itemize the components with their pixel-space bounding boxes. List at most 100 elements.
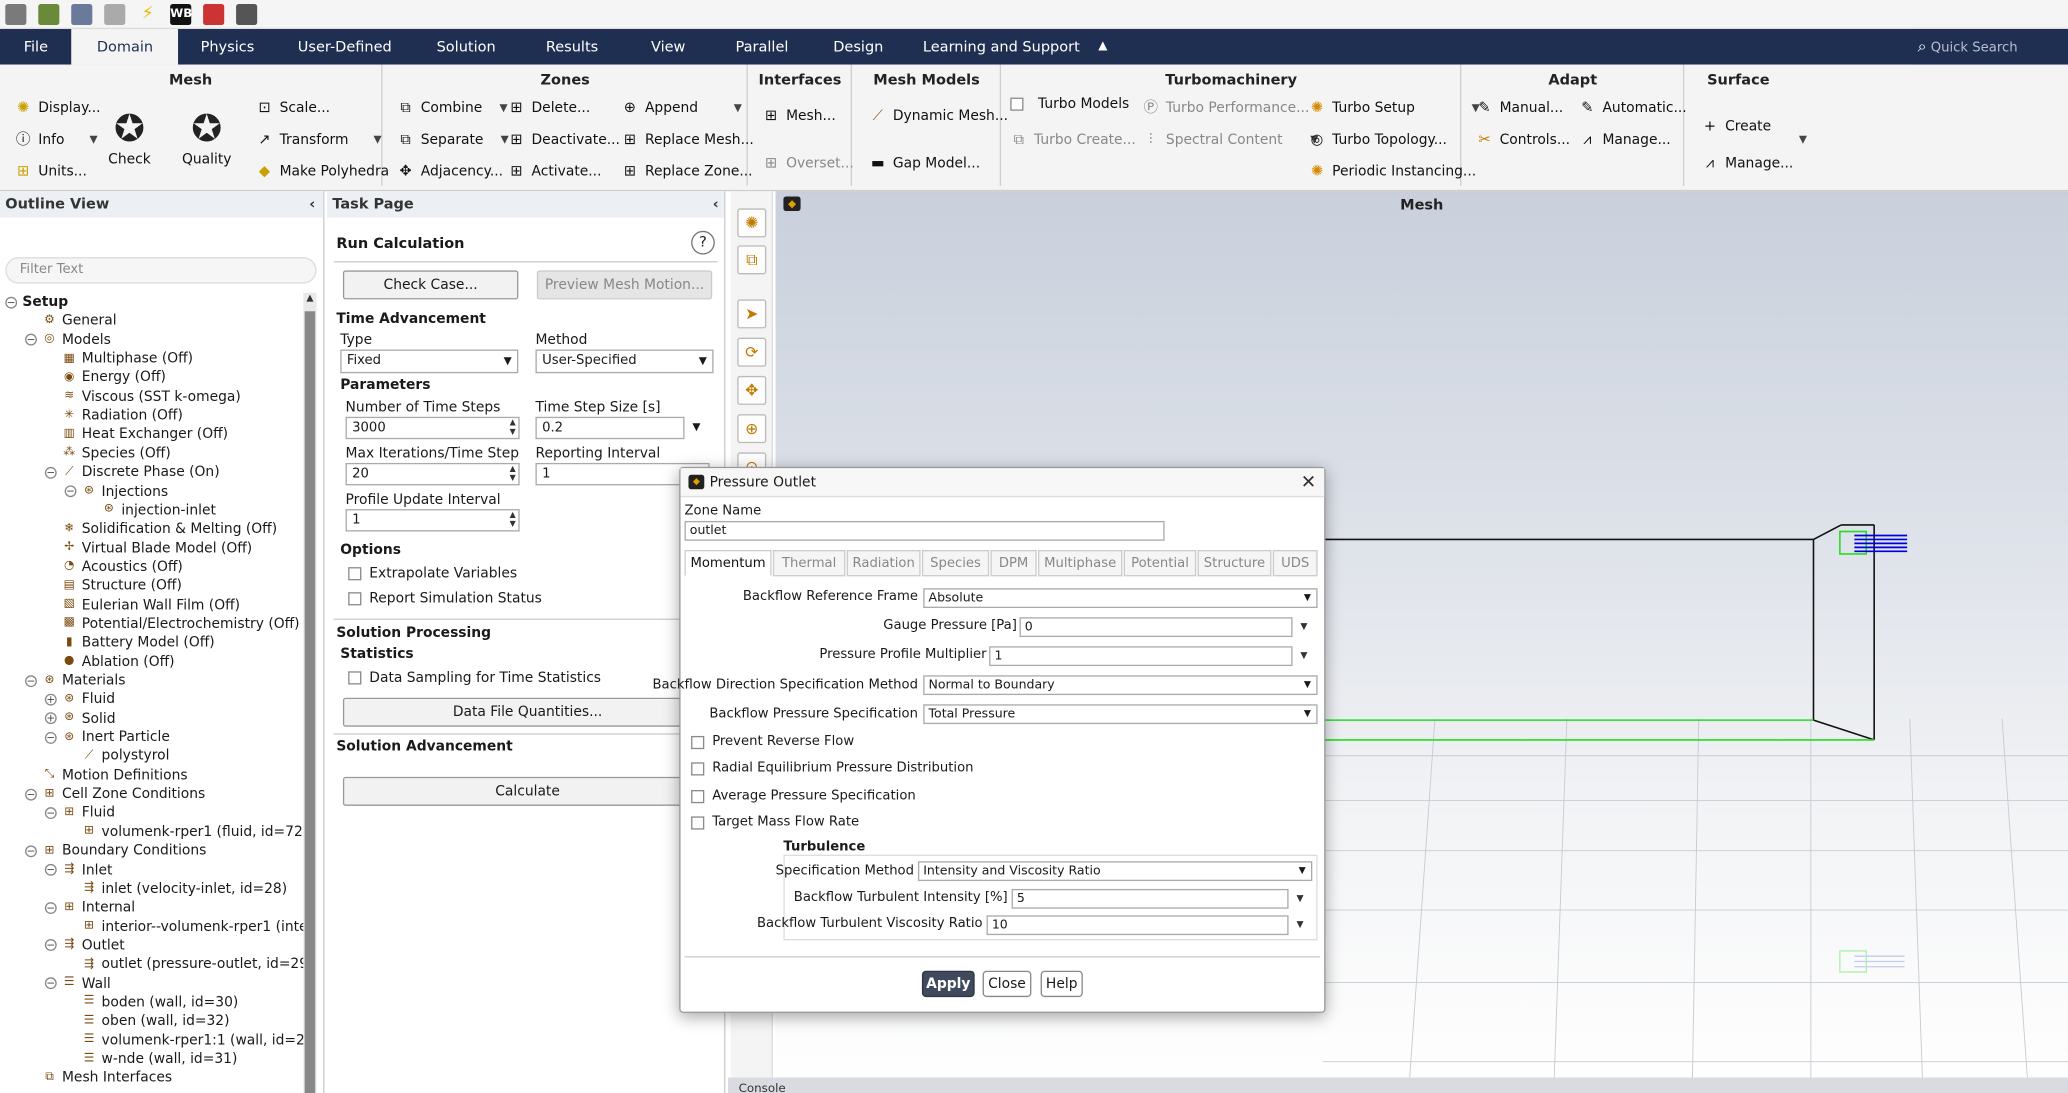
tree-item[interactable]: ☰ oben (wall, id=32) xyxy=(65,1012,230,1030)
chevron-down-icon[interactable]: ▼ xyxy=(1296,893,1303,904)
prevent-reverse-flow-checkbox[interactable] xyxy=(691,735,705,749)
tree-item[interactable]: ▤ Structure (Off) xyxy=(45,577,182,595)
specification-method-select[interactable]: Intensity and Viscosity Ratio ▼ xyxy=(917,861,1313,882)
collapse-icon[interactable]: − xyxy=(44,466,57,479)
info-button[interactable]: ⓘ Info ▼ xyxy=(15,131,98,148)
dialog-title-bar[interactable]: ◆ Pressure Outlet ✕ xyxy=(680,468,1325,498)
backflow-turbulent-viscosity-ratio-input[interactable]: 10 xyxy=(986,915,1289,936)
tree-item[interactable]: − ⊛ Injections xyxy=(64,482,168,500)
tree-item[interactable]: ⧉ Mesh Interfaces xyxy=(25,1069,172,1087)
average-pressure-option[interactable]: Average Pressure Specification xyxy=(691,789,916,803)
check-case-button[interactable]: Check Case... xyxy=(342,270,519,300)
collapse-icon[interactable]: − xyxy=(25,844,37,857)
quick-search[interactable]: ⌕ Quick Search (Ctrl+F) xyxy=(1912,29,2068,91)
tree-item[interactable]: − Setup xyxy=(5,293,68,311)
chevron-down-icon[interactable]: ▼ xyxy=(90,133,98,145)
replace-zone-button[interactable]: ⊞ Replace Zone... xyxy=(621,162,753,179)
tree-item[interactable]: ◔ Acoustics (Off) xyxy=(45,558,183,576)
radial-equilibrium-option[interactable]: Radial Equilibrium Pressure Distribution xyxy=(691,761,974,776)
tab-dpm[interactable]: DPM xyxy=(990,549,1037,577)
tree-item[interactable]: ▩ Potential/Electrochemistry (Off) xyxy=(45,615,300,633)
radial-equilibrium-checkbox[interactable] xyxy=(691,761,705,775)
help-icon[interactable]: ? xyxy=(691,230,715,255)
adapt-automatic-button[interactable]: ✎ Automatic... xyxy=(1579,99,1686,116)
spinner-icon[interactable]: ▲ ▼ xyxy=(510,418,516,436)
expand-icon[interactable]: + xyxy=(44,712,57,725)
collapse-icon[interactable]: − xyxy=(5,296,18,308)
delete-button[interactable]: ⊞ Delete... xyxy=(508,99,590,116)
tree-item[interactable]: − ⊛ Inert Particle xyxy=(44,728,170,746)
tab-learning-support[interactable]: Learning and Support xyxy=(904,29,1093,65)
tree-item[interactable]: ✢ Virtual Blade Model (Off) xyxy=(45,539,252,557)
tree-item[interactable]: ▦ Multiphase (Off) xyxy=(45,350,193,368)
tree-item[interactable]: ⤡ Motion Definitions xyxy=(25,766,188,784)
tree-item[interactable]: ❄ Solidification & Melting (Off) xyxy=(45,520,277,538)
zoom-in-out-icon[interactable]: ⊕ xyxy=(737,414,767,444)
tab-design[interactable]: Design xyxy=(812,29,904,65)
outline-scrollbar[interactable]: ▲ xyxy=(303,292,317,1093)
chevron-down-icon[interactable]: ▼ xyxy=(1296,919,1303,930)
units-button[interactable]: ⊞ Units... xyxy=(15,162,87,179)
combine-button[interactable]: ⧉ Combine ▼ xyxy=(397,99,507,116)
chevron-down-icon[interactable]: ▼ xyxy=(1300,621,1307,632)
backflow-pressure-specification-select[interactable]: Total Pressure ▼ xyxy=(923,704,1318,725)
lightning-icon[interactable]: ⚡ xyxy=(137,3,158,24)
fit-view-icon[interactable]: ✺ xyxy=(737,208,767,238)
tree-item[interactable]: ▮ Battery Model (Off) xyxy=(45,633,215,651)
tab-radiation[interactable]: Radiation xyxy=(846,549,921,577)
tree-item[interactable]: − ⊞ Boundary Conditions xyxy=(25,842,206,860)
collapse-ribbon-icon[interactable]: ▲ xyxy=(1093,29,1113,65)
case-icon[interactable] xyxy=(71,3,93,25)
chevron-down-icon[interactable]: ▼ xyxy=(1799,133,1807,145)
apply-button[interactable]: Apply xyxy=(921,970,975,998)
hpc-icon[interactable] xyxy=(203,3,225,25)
tree-item[interactable]: − ⊞ Internal xyxy=(44,898,135,916)
reload-icon[interactable] xyxy=(104,3,126,25)
append-button[interactable]: ⊕ Append ▼ xyxy=(621,99,742,116)
tree-item[interactable]: − ☰ Wall xyxy=(44,974,111,992)
scrollbar-thumb[interactable] xyxy=(304,311,316,1093)
tree-item[interactable]: ☰ boden (wall, id=30) xyxy=(65,993,239,1011)
data-file-quantities-button[interactable]: Data File Quantities... xyxy=(342,697,713,727)
number-of-time-steps-input[interactable]: 3000 ▲ ▼ xyxy=(345,416,520,440)
preview-mesh-motion-button[interactable]: Preview Mesh Motion... xyxy=(536,270,713,300)
tab-momentum[interactable]: Momentum xyxy=(684,549,772,577)
chevron-down-icon[interactable]: ▼ xyxy=(734,102,742,114)
tree-item[interactable]: ◉ Energy (Off) xyxy=(45,368,166,386)
tree-item[interactable]: − ⟋ Discrete Phase (On) xyxy=(44,463,220,481)
adapt-controls-button[interactable]: ✂ Controls... xyxy=(1476,131,1570,148)
data-sampling-option[interactable]: Data Sampling for Time Statistics xyxy=(348,670,601,686)
tree-item[interactable]: ≋ Viscous (SST k-omega) xyxy=(45,387,241,405)
tree-item[interactable]: ⊞ interior--volumenk-rper1 (interior, xyxy=(65,917,303,935)
surface-manage-button[interactable]: ⩘ Manage... xyxy=(1701,154,1794,171)
chevron-down-icon[interactable]: ▼ xyxy=(692,421,700,433)
collapse-icon[interactable]: − xyxy=(44,731,57,744)
method-select[interactable]: User-Specified ▼ xyxy=(535,349,714,374)
tab-solution[interactable]: Solution xyxy=(413,29,520,65)
max-iterations-input[interactable]: 20 ▲ ▼ xyxy=(345,462,520,486)
collapse-icon[interactable]: − xyxy=(25,674,37,687)
deactivate-button[interactable]: ⊞ Deactivate... xyxy=(508,131,620,148)
collapse-panel-icon[interactable]: ‹ xyxy=(309,191,315,217)
turbo-setup-button[interactable]: ✺ Turbo Setup ▼ xyxy=(1308,99,1480,116)
scale-button[interactable]: ⊡ Scale... xyxy=(256,99,330,116)
adjacency-button[interactable]: ✥ Adjacency... xyxy=(397,162,503,179)
tree-item[interactable]: ☰ volumenk-rper1:1 (wall, id=27) xyxy=(65,1031,304,1049)
tree-item[interactable]: ✳ Radiation (Off) xyxy=(45,406,183,424)
workbench-icon[interactable]: WB xyxy=(170,3,192,25)
display-button[interactable]: ✺ Display... xyxy=(15,99,101,116)
average-pressure-checkbox[interactable] xyxy=(691,789,705,803)
collapse-icon[interactable]: − xyxy=(25,788,37,801)
backflow-reference-frame-select[interactable]: Absolute ▼ xyxy=(923,588,1318,609)
chevron-down-icon[interactable]: ▼ xyxy=(1300,650,1307,661)
tab-physics[interactable]: Physics xyxy=(178,29,277,65)
collapse-icon[interactable]: − xyxy=(44,863,57,876)
tree-item[interactable]: ⇶ outlet (pressure-outlet, id=29) xyxy=(65,955,303,973)
gap-model-button[interactable]: ▬ Gap Model... xyxy=(869,154,980,171)
collapse-icon[interactable]: − xyxy=(64,485,77,498)
pan-icon[interactable]: ✥ xyxy=(737,375,767,405)
target-mass-flow-checkbox[interactable] xyxy=(691,815,705,829)
tab-user-defined[interactable]: User-Defined xyxy=(277,29,413,65)
collapse-icon[interactable]: − xyxy=(44,939,57,952)
replace-mesh-button[interactable]: ⊞ Replace Mesh... xyxy=(621,131,754,148)
